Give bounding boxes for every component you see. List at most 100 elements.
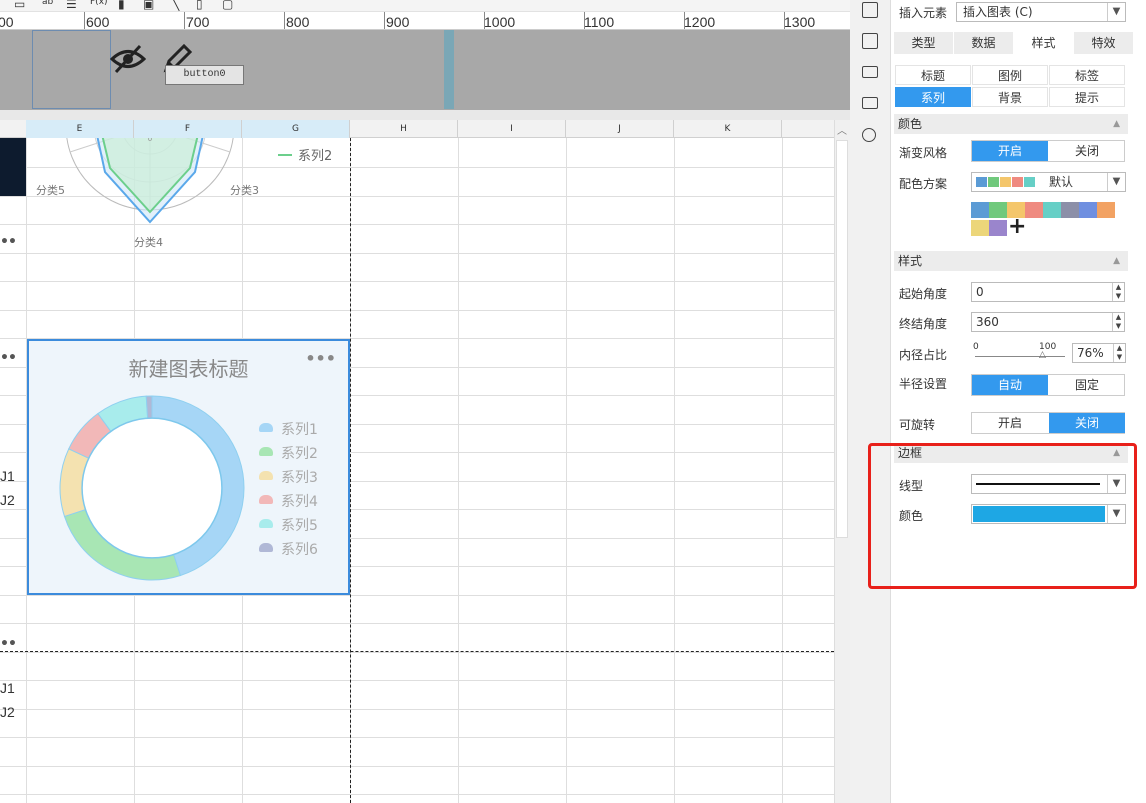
subtab-background[interactable]: 背景 — [972, 87, 1048, 107]
stepper-icon[interactable]: ▲ ▼ — [1112, 283, 1124, 301]
start-angle-input[interactable]: 0 ▲ ▼ — [971, 282, 1125, 302]
end-angle-input[interactable]: 360 ▲ ▼ — [971, 312, 1125, 332]
color-swatch-4[interactable] — [1025, 202, 1043, 218]
legend-marker — [259, 423, 273, 432]
insert-table-icon[interactable]: ▭ — [14, 0, 25, 11]
widget-props-icon[interactable] — [862, 33, 878, 49]
color-scheme-select[interactable]: 默认 ▼ — [971, 172, 1126, 192]
radius-toggle[interactable]: 自动 固定 — [971, 374, 1125, 396]
canvas-edge-handle[interactable] — [444, 30, 454, 109]
start-angle-value: 0 — [976, 285, 984, 299]
color-swatch-1[interactable] — [971, 202, 989, 218]
column-header-h[interactable]: H — [350, 120, 458, 138]
column-header-k[interactable]: K — [674, 120, 782, 138]
chart-bar-icon[interactable]: ▮ — [118, 0, 125, 11]
rotate-on-option[interactable]: 开启 — [972, 413, 1048, 433]
color-swatch-5[interactable] — [1043, 202, 1061, 218]
radius-setting-label: 半径设置 — [899, 377, 948, 391]
gradient-label: 渐变风格 — [899, 146, 948, 160]
legend-item-series5[interactable]: 系列5 — [259, 515, 318, 535]
text-icon[interactable]: ab — [42, 0, 53, 7]
tab-effects[interactable]: 特效 — [1074, 32, 1133, 54]
color-swatch-9[interactable] — [971, 220, 989, 236]
chevron-down-icon: ▼ — [1107, 173, 1125, 191]
inner-radius-input[interactable]: 76% ▲ ▼ — [1072, 343, 1126, 363]
legend-item-series2[interactable]: 系列2 — [259, 443, 318, 463]
color-swatch-6[interactable] — [1061, 202, 1079, 218]
highlight-annotation-box — [868, 443, 1137, 589]
donut-chart-widget[interactable]: 新建图表标题 ••• 系列1 系列2 系列3 系列4 系列5 系列6 — [27, 339, 350, 595]
legend-item-series3[interactable]: 系列3 — [259, 467, 318, 487]
gradient-on-option[interactable]: 开启 — [972, 141, 1048, 161]
color-swatch-8[interactable] — [1097, 202, 1115, 218]
radius-auto-option[interactable]: 自动 — [972, 375, 1048, 395]
radius-fixed-option[interactable]: 固定 — [1049, 375, 1125, 395]
gradient-toggle[interactable]: 开启 关闭 — [971, 140, 1125, 162]
radar-label-cat4: 分类4 — [134, 235, 163, 249]
chart-more-icon[interactable]: ••• — [305, 349, 336, 368]
subtab-legend[interactable]: 图例 — [972, 65, 1048, 85]
chart-title[interactable]: 新建图表标题 — [29, 353, 348, 382]
legend-item-series1[interactable]: 系列1 — [259, 419, 318, 439]
scroll-up-icon[interactable]: ︿ — [837, 122, 847, 137]
link-icon[interactable] — [862, 128, 876, 142]
color-swatch-7[interactable] — [1079, 202, 1097, 218]
subtab-series[interactable]: 系列 — [895, 87, 971, 107]
dropdown-props-icon[interactable] — [862, 66, 878, 78]
column-header-i[interactable]: I — [458, 120, 566, 138]
scheme-chip — [1012, 177, 1023, 187]
rotatable-toggle[interactable]: 开启 关闭 — [971, 412, 1125, 434]
panel-tabs: 类型 数据 样式 特效 — [894, 32, 1133, 54]
ruler-label: 1100 — [584, 14, 615, 30]
slider-handle[interactable]: △ — [1039, 350, 1046, 360]
formula-icon[interactable]: F(x) — [90, 0, 108, 7]
color-swatch-10[interactable] — [989, 220, 1007, 236]
stepper-icon[interactable]: ▲ ▼ — [1113, 344, 1125, 362]
tab-style[interactable]: 样式 — [1014, 32, 1073, 54]
legend-item-series6[interactable]: 系列6 — [259, 539, 318, 559]
ruler-label: 900 — [386, 14, 410, 30]
add-color-icon[interactable]: + — [1008, 214, 1026, 239]
column-header-g[interactable]: G — [242, 120, 350, 138]
donut-plot[interactable] — [57, 393, 247, 583]
frame-icon[interactable]: ▢ — [222, 0, 233, 11]
gradient-off-option[interactable]: 关闭 — [1049, 141, 1125, 161]
stepper-icon[interactable]: ▲ ▼ — [1112, 313, 1124, 331]
scrollbar-thumb[interactable] — [836, 140, 848, 538]
inner-radius-value: 76% — [1077, 346, 1104, 360]
selection-frame[interactable] — [32, 30, 111, 109]
legend-item-series4[interactable]: 系列4 — [259, 491, 318, 511]
scheme-chip — [988, 177, 999, 187]
more-dots-icon[interactable]: •• — [0, 636, 17, 652]
tab-data[interactable]: 数据 — [954, 32, 1013, 54]
canvas-button-widget[interactable]: button0 — [165, 65, 244, 85]
section-style[interactable]: 样式 ▲ — [894, 251, 1128, 271]
donut-slice-6[interactable] — [145, 395, 153, 419]
hidden-eye-icon[interactable] — [110, 42, 146, 76]
image-icon[interactable]: ▣ — [143, 0, 154, 11]
layers-icon[interactable] — [862, 97, 878, 109]
color-swatch-2[interactable] — [989, 202, 1007, 218]
legend-label: 系列5 — [281, 518, 318, 534]
radar-chart[interactable]: 0 系列2 分类5 分类3 分类4 — [26, 138, 350, 254]
more-dots-icon[interactable]: •• — [0, 234, 17, 250]
doc-icon[interactable]: ▯ — [196, 0, 203, 11]
tab-type[interactable]: 类型 — [894, 32, 953, 54]
section-color[interactable]: 颜色 ▲ — [894, 114, 1128, 134]
subtab-tooltip[interactable]: 提示 — [1049, 87, 1125, 107]
column-header-e[interactable]: E — [26, 120, 134, 138]
cell-props-icon[interactable] — [862, 2, 878, 18]
column-header-j[interactable]: J — [566, 120, 674, 138]
subtab-title[interactable]: 标题 — [895, 65, 971, 85]
ruler-label: 700 — [186, 14, 210, 30]
insert-element-select[interactable]: 插入图表 (C) ▼ — [956, 2, 1126, 22]
more-dots-icon[interactable]: •• — [0, 350, 17, 366]
radar-label-cat5: 分类5 — [36, 183, 65, 197]
inner-radius-slider-track[interactable] — [975, 356, 1065, 357]
align-icon[interactable]: ☰ — [66, 0, 77, 11]
line-icon[interactable]: ╲ — [172, 0, 179, 11]
column-header-f[interactable]: F — [134, 120, 242, 138]
subtab-label[interactable]: 标签 — [1049, 65, 1125, 85]
rotate-off-option[interactable]: 关闭 — [1049, 413, 1125, 433]
ruler-label: 600 — [86, 14, 110, 30]
